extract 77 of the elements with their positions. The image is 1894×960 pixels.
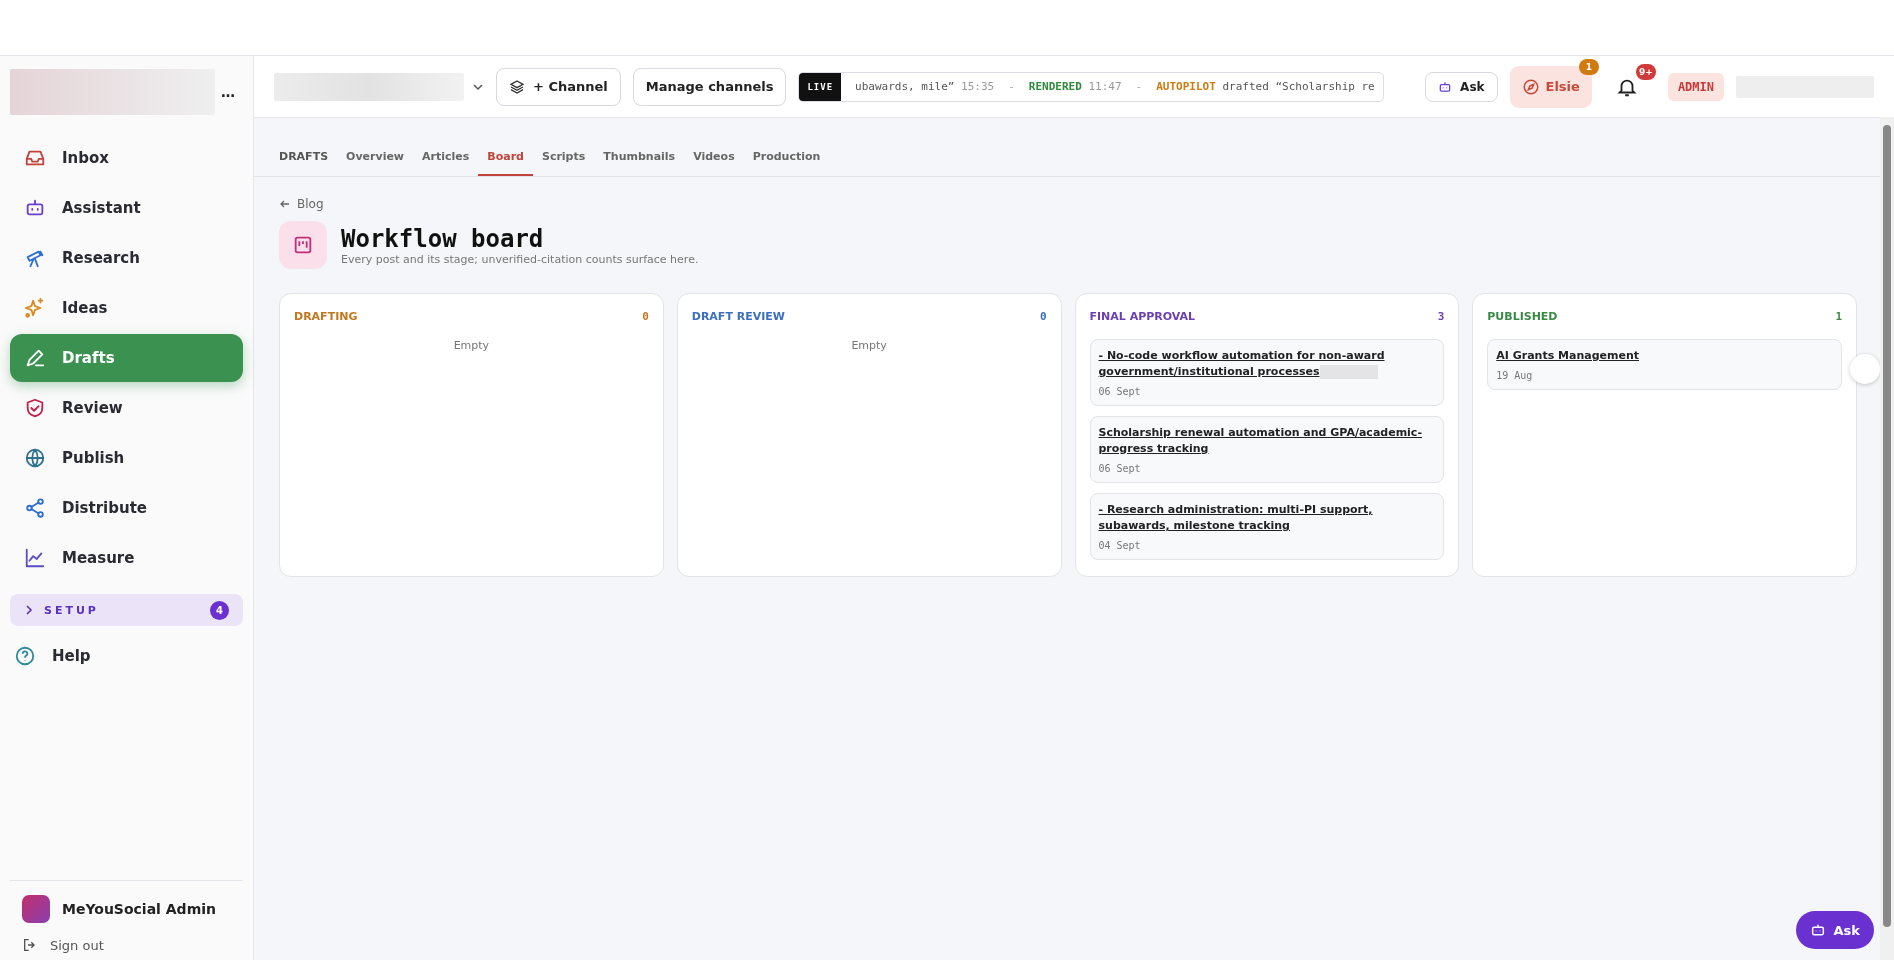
count-badge: 4 (210, 600, 229, 620)
column-title: DRAFTING (294, 310, 358, 323)
sidebar-item[interactable]: Distribute (10, 484, 243, 532)
user-name: MeYouSocial Admin (62, 901, 216, 917)
sparkles-icon (24, 297, 46, 319)
chevron-icon (24, 605, 34, 615)
post-date: 19 Aug (1496, 370, 1534, 381)
board-icon (279, 221, 327, 269)
pen-icon (24, 347, 46, 369)
count-badge: 1 (1578, 58, 1599, 75)
sidebar-item[interactable]: Research (10, 234, 243, 282)
post-date: 04 Sept (1098, 540, 1142, 551)
manage-channels-button[interactable]: Manage channels (632, 67, 787, 106)
sidebar-item[interactable]: Inbox (10, 134, 243, 182)
column-count: 0 (642, 310, 649, 323)
post-date: 06 Sept (1098, 463, 1142, 474)
sidebar-item[interactable]: Measure (10, 534, 243, 582)
tab[interactable]: Board (478, 142, 533, 176)
column-title: DRAFT REVIEW (691, 310, 785, 323)
scrollbar-thumb[interactable] (1883, 125, 1891, 927)
separator: - (1135, 80, 1143, 93)
count-badge: 9+ (1635, 63, 1656, 80)
setup-section[interactable]: SETUP 4 (10, 594, 243, 626)
post-card[interactable]: - No-code workflow automation for non-award government/institutional processes 06 Sept (1089, 339, 1445, 406)
avatar[interactable] (22, 895, 50, 923)
post-card[interactable]: Scholarship renewal automation and GPA/academic-progress tracking 06 Sept (1089, 416, 1445, 483)
column-count: 0 (1039, 310, 1047, 323)
tab[interactable]: Thumbnails (594, 142, 685, 176)
column-title: PUBLISHED (1487, 310, 1558, 323)
separator: - (1008, 80, 1015, 93)
column-title: FINAL APPROVAL (1089, 310, 1196, 323)
robot-icon (1809, 922, 1826, 938)
ticker-event: ubawards, mile” 15:35 (855, 80, 995, 93)
role-badge: ADMIN (1667, 72, 1724, 101)
tab[interactable]: Videos (684, 142, 744, 176)
add-channel-button[interactable]: + Channel (496, 67, 621, 106)
chart-icon (24, 547, 46, 569)
sidebar-item[interactable]: Ideas (10, 284, 243, 332)
post-card[interactable]: AI Grants Management 19 Aug (1487, 339, 1842, 390)
post-title[interactable]: Scholarship renewal automation and GPA/academic-progress tracking (1098, 425, 1436, 457)
layers-icon (509, 78, 525, 95)
sidebar-item[interactable]: Assistant (10, 184, 243, 232)
page-subtitle: Every post and its stage; unverified-citation counts surface here. (341, 252, 699, 266)
column-count: 1 (1835, 310, 1842, 323)
column-count: 3 (1437, 310, 1445, 323)
robot-icon (1438, 79, 1453, 94)
ticker-event: AUTOPILOT drafted “Scholarship re (1156, 80, 1375, 93)
sidebar-item[interactable]: Help (0, 632, 253, 680)
post-title[interactable]: - No-code workflow automation for non-award government/institutional processes (1098, 348, 1436, 380)
empty-label: Empty (851, 339, 887, 352)
back-arrow-icon (279, 198, 291, 210)
tab[interactable]: Overview (337, 142, 414, 176)
shield-icon (24, 397, 46, 419)
post-title[interactable]: AI Grants Management (1496, 348, 1833, 364)
tab[interactable]: Articles (413, 142, 479, 176)
sign-out-link[interactable]: Sign out (50, 937, 104, 953)
globe-icon (24, 447, 46, 469)
tab[interactable]: Production (743, 142, 830, 176)
sidebar-item[interactable]: Drafts (10, 334, 243, 382)
help-icon (14, 645, 36, 667)
section-label: DRAFTS (278, 149, 330, 165)
more-icon[interactable]: … (221, 84, 235, 100)
sidebar-item[interactable]: Review (10, 384, 243, 432)
post-card[interactable]: - Research administration: multi-PI support, subawards, milestone tracking 04 Sept (1089, 493, 1445, 560)
ask-button[interactable]: Ask (1425, 71, 1498, 102)
page-title: Workflow board (341, 224, 545, 253)
ask-button[interactable]: Ask (1795, 911, 1874, 949)
compass-icon (1521, 77, 1540, 96)
ticker-event: RENDERED 11:47 (1028, 80, 1122, 93)
post-date: 06 Sept (1098, 386, 1142, 397)
share-icon (24, 497, 46, 519)
sidebar-item[interactable]: Publish (10, 434, 243, 482)
post-title[interactable]: - Research administration: multi-PI support, subawards, milestone tracking (1098, 502, 1436, 534)
tab[interactable]: Scripts (533, 142, 595, 176)
back-link[interactable]: Blog (297, 197, 324, 211)
empty-label: Empty (453, 339, 490, 352)
live-badge: LIVE (799, 72, 842, 101)
